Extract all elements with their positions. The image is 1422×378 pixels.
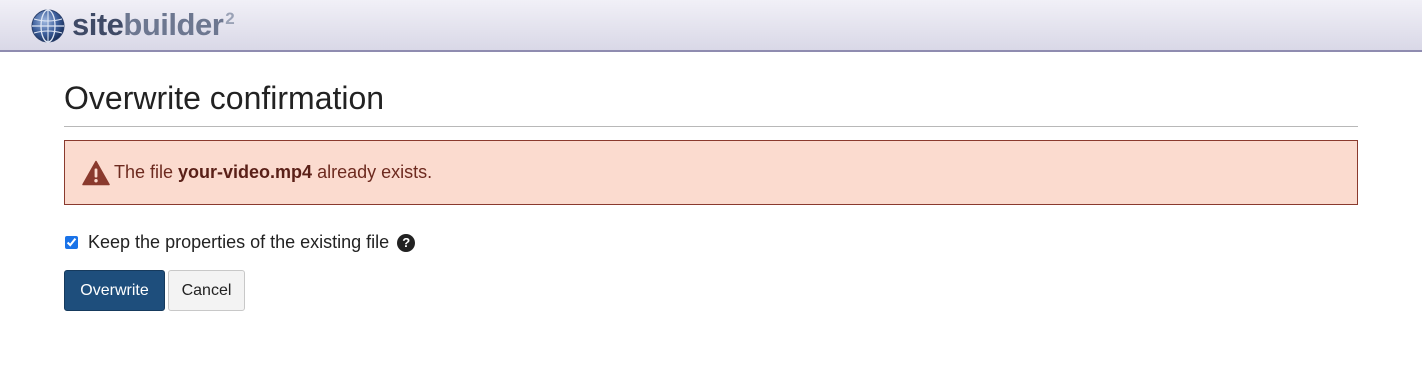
keep-properties-option[interactable]: Keep the properties of the existing file… [64,232,416,253]
warning-icon [82,160,110,185]
question-circle-icon[interactable]: ? [397,233,416,252]
cancel-button[interactable]: Cancel [168,270,245,311]
page-title: Overwrite confirmation [64,80,385,116]
keep-properties-checkbox[interactable] [65,236,78,249]
globe-icon [31,9,65,43]
alert-filename: your-video.mp4 [178,162,313,182]
logo-builder-text: builder [123,7,224,42]
top-bar: sitebuilder 2 [0,0,1422,52]
overwrite-button[interactable]: Overwrite [64,270,165,311]
title-divider [64,126,1358,127]
logo-version: 2 [225,9,235,28]
alert-text-prefix: The file [114,162,179,182]
logo-site-text: site [72,7,124,42]
overwrite-alert: The file your-video.mp4 already exists. [64,140,1358,205]
keep-properties-label: Keep the properties of the existing file [88,232,390,252]
logo-wordmark: sitebuilder 2 [72,6,235,44]
alert-text-suffix: already exists. [312,162,433,182]
sitebuilder-logo[interactable]: sitebuilder 2 [30,6,235,46]
